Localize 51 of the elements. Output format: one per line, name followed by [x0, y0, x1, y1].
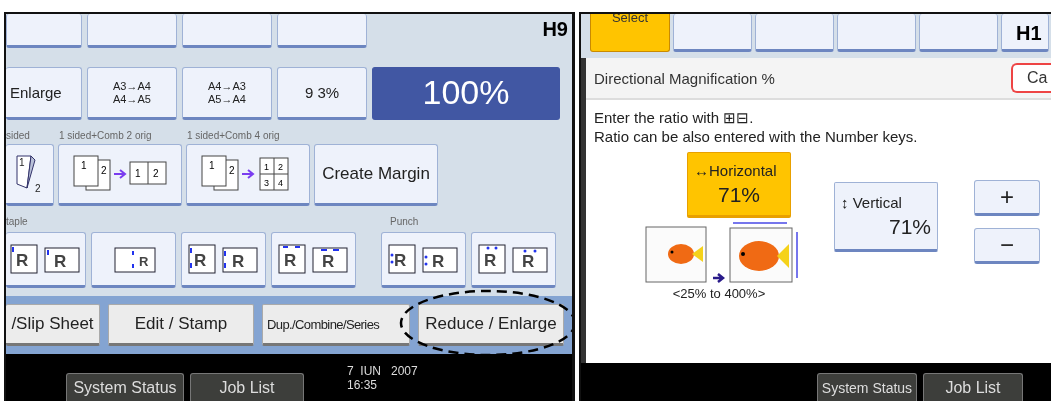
screen-label: H1 [1001, 14, 1049, 52]
option-label: sided [6, 129, 31, 141]
status-button[interactable]: Job List [923, 373, 1023, 401]
finishing-button[interactable]: R R [6, 232, 86, 288]
combine-button[interactable]: 1 2 1 2 3 4 [186, 144, 310, 206]
vertical-button[interactable]: ↕ Vertical 71% [834, 182, 938, 252]
status-button[interactable]: Job List [190, 373, 304, 401]
finishing-button[interactable]: R R [381, 232, 466, 288]
finishing-button[interactable]: R [91, 232, 176, 288]
status-button[interactable]: System Status [66, 373, 184, 401]
dialog-title: Directional Magnification % [594, 69, 775, 87]
tab[interactable]: Edit / Stamp [108, 304, 254, 346]
tab[interactable]: Reduce / Enlarge [418, 304, 564, 346]
increase-button[interactable]: + [974, 180, 1040, 216]
option-label: 1 sided+Comb 4 orig [187, 129, 280, 141]
finishing-button[interactable]: R R [471, 232, 556, 288]
arrow-icon [713, 272, 725, 284]
instruction-text: Ratio can be also entered with the Number keys. [594, 127, 919, 146]
blank-button[interactable] [182, 14, 272, 48]
blank-button[interactable] [6, 14, 82, 48]
finishing-button[interactable]: R R [181, 232, 266, 288]
status-button[interactable]: System Status [817, 373, 917, 401]
date-text: 7 IUN 2007 [347, 363, 418, 378]
finishing-button[interactable]: R R [271, 232, 356, 288]
option-label: 1 sided+Comb 2 orig [59, 129, 153, 141]
horizontal-button[interactable]: ↔Horizontal 71% [687, 152, 791, 218]
blank-button[interactable] [87, 14, 177, 48]
ratio-button[interactable]: A4→A3 A5→A4 [182, 67, 272, 120]
staple-label: taple [6, 215, 29, 227]
blank-button[interactable] [919, 14, 998, 52]
decrease-button[interactable]: − [974, 228, 1040, 264]
blank-button[interactable] [277, 14, 367, 48]
duplex-button[interactable]: 1 2 [6, 144, 54, 206]
ratio-button[interactable]: 9 3% [277, 67, 367, 120]
ratio-button[interactable]: Enlarge [6, 67, 82, 120]
range-text: <25% to 400%> [672, 286, 766, 301]
ratio-button[interactable]: 100% [372, 67, 560, 120]
tab[interactable]: Dup./Combine/Series [262, 304, 410, 346]
screen-label: H9 [542, 17, 569, 41]
tab[interactable]: /Slip Sheet [6, 304, 100, 346]
time-text: 16:35 [347, 377, 379, 392]
instruction-text: Enter the ratio with ⊞⊟. [594, 108, 755, 127]
blank-button[interactable] [755, 14, 834, 52]
fish-thumbnail-small [645, 226, 709, 284]
punch-label: Punch [390, 215, 419, 227]
blank-button[interactable] [837, 14, 916, 52]
combine-button[interactable]: 1 2 1 2 [58, 144, 182, 206]
ratio-button[interactable]: A3→A4 A4→A5 [87, 67, 177, 120]
create-margin-button[interactable]: Create Margin [314, 144, 438, 206]
blank-button[interactable] [673, 14, 752, 52]
cancel-button[interactable]: Ca [1011, 63, 1051, 93]
